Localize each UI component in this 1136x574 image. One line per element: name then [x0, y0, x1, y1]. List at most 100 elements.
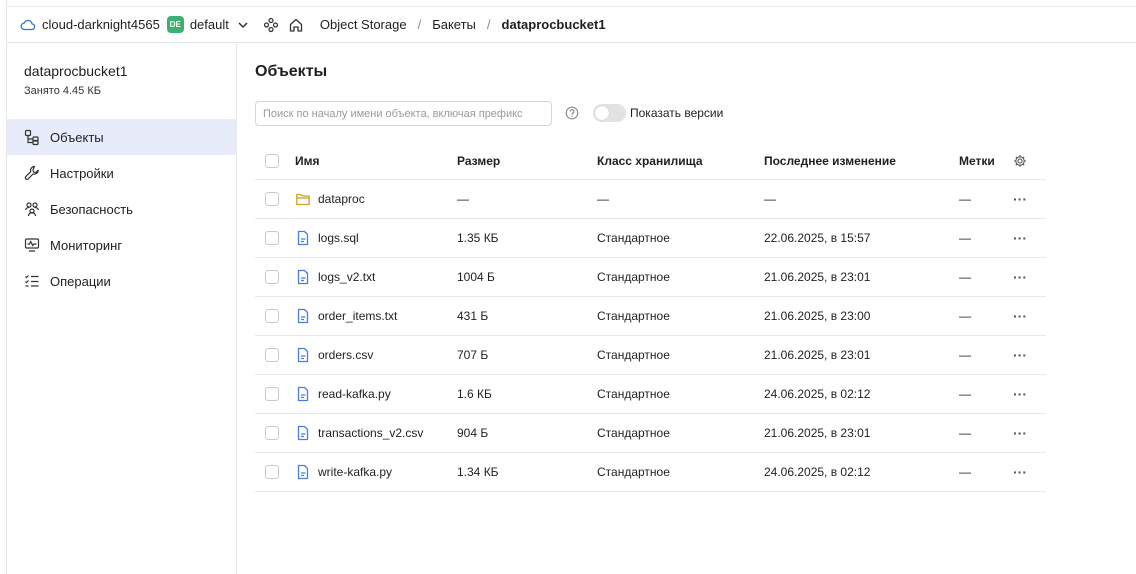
table-row[interactable]: logs_v2.txt 1004 Б Стандартное 21.06.2025, …: [255, 258, 1046, 297]
select-all-checkbox[interactable]: [265, 153, 279, 168]
row-select-cell: [265, 258, 279, 296]
column-header-size[interactable]: Размер: [457, 142, 500, 179]
object-name[interactable]: write-kafka.py: [318, 465, 392, 479]
row-actions-cell: ···: [1013, 180, 1027, 218]
more-actions-icon[interactable]: ···: [1013, 191, 1027, 207]
sidebar-item-operations[interactable]: Операции: [7, 263, 236, 299]
file-icon: [295, 230, 311, 246]
sidebar-item-objects[interactable]: Объекты: [7, 119, 236, 155]
file-icon: [295, 269, 311, 285]
table-row[interactable]: dataproc — — — — ···: [255, 180, 1046, 219]
cloud-selector[interactable]: cloud-darknight4565: [42, 17, 160, 32]
home-icon[interactable]: [288, 17, 304, 33]
row-name-cell[interactable]: write-kafka.py: [295, 453, 392, 491]
column-header-tags: Метки: [959, 153, 995, 168]
object-name[interactable]: orders.csv: [318, 348, 373, 362]
object-tags: —: [959, 309, 971, 323]
row-checkbox[interactable]: [265, 426, 279, 440]
row-checkbox[interactable]: [265, 465, 279, 479]
object-name[interactable]: logs.sql: [318, 231, 359, 245]
more-actions-icon[interactable]: ···: [1013, 230, 1027, 246]
table-row[interactable]: read-kafka.py 1.6 КБ Стандартное 24.06.2025…: [255, 375, 1046, 414]
more-actions-icon[interactable]: ···: [1013, 269, 1027, 285]
row-select-cell: [265, 414, 279, 452]
chevron-down-icon[interactable]: [237, 19, 249, 31]
row-select-cell: [265, 180, 279, 218]
table-row[interactable]: write-kafka.py 1.34 КБ Стандартное 24.06.20…: [255, 453, 1046, 492]
object-name[interactable]: order_items.txt: [318, 309, 397, 323]
bucket-size: Занято 4.45 КБ: [24, 85, 101, 97]
row-checkbox[interactable]: [265, 231, 279, 245]
row-checkbox[interactable]: [265, 270, 279, 284]
search-input[interactable]: [255, 101, 552, 126]
show-versions-toggle[interactable]: [593, 104, 626, 122]
select-all-cell: [265, 142, 279, 179]
row-checkbox[interactable]: [265, 387, 279, 401]
object-storage-class: Стандартное: [597, 231, 670, 245]
row-name-cell[interactable]: logs_v2.txt: [295, 258, 375, 296]
table-row[interactable]: logs.sql 1.35 КБ Стандартное 22.06.2025, в …: [255, 219, 1046, 258]
breadcrumb-separator: /: [417, 17, 422, 32]
object-tags: —: [959, 387, 971, 401]
row-select-cell: [265, 336, 279, 374]
help-icon[interactable]: [565, 106, 579, 120]
sidebar-item-settings[interactable]: Настройки: [7, 155, 236, 191]
row-name-cell[interactable]: order_items.txt: [295, 297, 397, 335]
object-modified: 24.06.2025, в 02:12: [764, 465, 871, 479]
object-name[interactable]: read-kafka.py: [318, 387, 391, 401]
sidebar: dataprocbucket1 Занято 4.45 КБ Объекты Н…: [7, 43, 237, 574]
more-actions-icon[interactable]: ···: [1013, 347, 1027, 363]
row-name-cell[interactable]: transactions_v2.csv: [295, 414, 423, 452]
people-icon: [23, 200, 41, 218]
object-modified: —: [764, 192, 776, 206]
sidebar-item-security[interactable]: Безопасность: [7, 191, 236, 227]
object-name[interactable]: dataproc: [318, 192, 365, 206]
row-checkbox[interactable]: [265, 309, 279, 323]
show-versions-label: Показать версии: [630, 106, 724, 120]
object-modified: 21.06.2025, в 23:01: [764, 348, 871, 362]
breadcrumb-current-bucket: dataprocbucket1: [501, 17, 606, 32]
row-name-cell[interactable]: read-kafka.py: [295, 375, 391, 413]
more-actions-icon[interactable]: ···: [1013, 425, 1027, 441]
toggle-knob: [595, 106, 609, 120]
row-name-cell[interactable]: orders.csv: [295, 336, 373, 374]
object-size: 1004 Б: [457, 270, 495, 284]
top-bar: cloud-darknight4565 DE default Object St…: [7, 7, 1136, 43]
column-header-modified[interactable]: Последнее изменение: [764, 142, 896, 179]
more-actions-icon[interactable]: ···: [1013, 464, 1027, 480]
object-name[interactable]: transactions_v2.csv: [318, 426, 423, 440]
row-checkbox[interactable]: [265, 348, 279, 362]
more-actions-icon[interactable]: ···: [1013, 386, 1027, 402]
folder-selector[interactable]: default: [190, 17, 229, 32]
row-name-cell[interactable]: logs.sql: [295, 219, 359, 257]
object-size: 1.34 КБ: [457, 465, 499, 479]
breadcrumb-object-storage[interactable]: Object Storage: [320, 17, 407, 32]
row-select-cell: [265, 297, 279, 335]
column-header-storage-class[interactable]: Класс хранилища: [597, 142, 703, 179]
folder-icon: [295, 191, 311, 207]
object-name[interactable]: logs_v2.txt: [318, 270, 375, 284]
gear-icon[interactable]: [1013, 154, 1027, 168]
object-tags: —: [959, 465, 971, 479]
table-row[interactable]: order_items.txt 431 Б Стандартное 21.06.202…: [255, 297, 1046, 336]
bucket-name: dataprocbucket1: [24, 63, 128, 79]
object-tags: —: [959, 231, 971, 245]
object-tags: —: [959, 426, 971, 440]
breadcrumb-buckets[interactable]: Бакеты: [432, 17, 476, 32]
sidebar-item-monitoring[interactable]: Мониторинг: [7, 227, 236, 263]
more-actions-icon[interactable]: ···: [1013, 308, 1027, 324]
file-icon: [295, 464, 311, 480]
row-actions-cell: ···: [1013, 375, 1027, 413]
row-checkbox[interactable]: [265, 192, 279, 206]
main-content: Объекты Показать версии Имя Размер Класс…: [237, 43, 1136, 574]
row-name-cell[interactable]: dataproc: [295, 180, 365, 218]
table-row[interactable]: transactions_v2.csv 904 Б Стандартное 21.06…: [255, 414, 1046, 453]
table-row[interactable]: orders.csv 707 Б Стандартное 21.06.2025, в …: [255, 336, 1046, 375]
column-header-name[interactable]: Имя: [295, 142, 320, 179]
file-icon: [295, 386, 311, 402]
object-storage-class: Стандартное: [597, 465, 670, 479]
services-icon[interactable]: [263, 17, 279, 33]
file-icon: [295, 347, 311, 363]
row-actions-cell: ···: [1013, 336, 1027, 374]
object-size: 707 Б: [457, 348, 489, 362]
